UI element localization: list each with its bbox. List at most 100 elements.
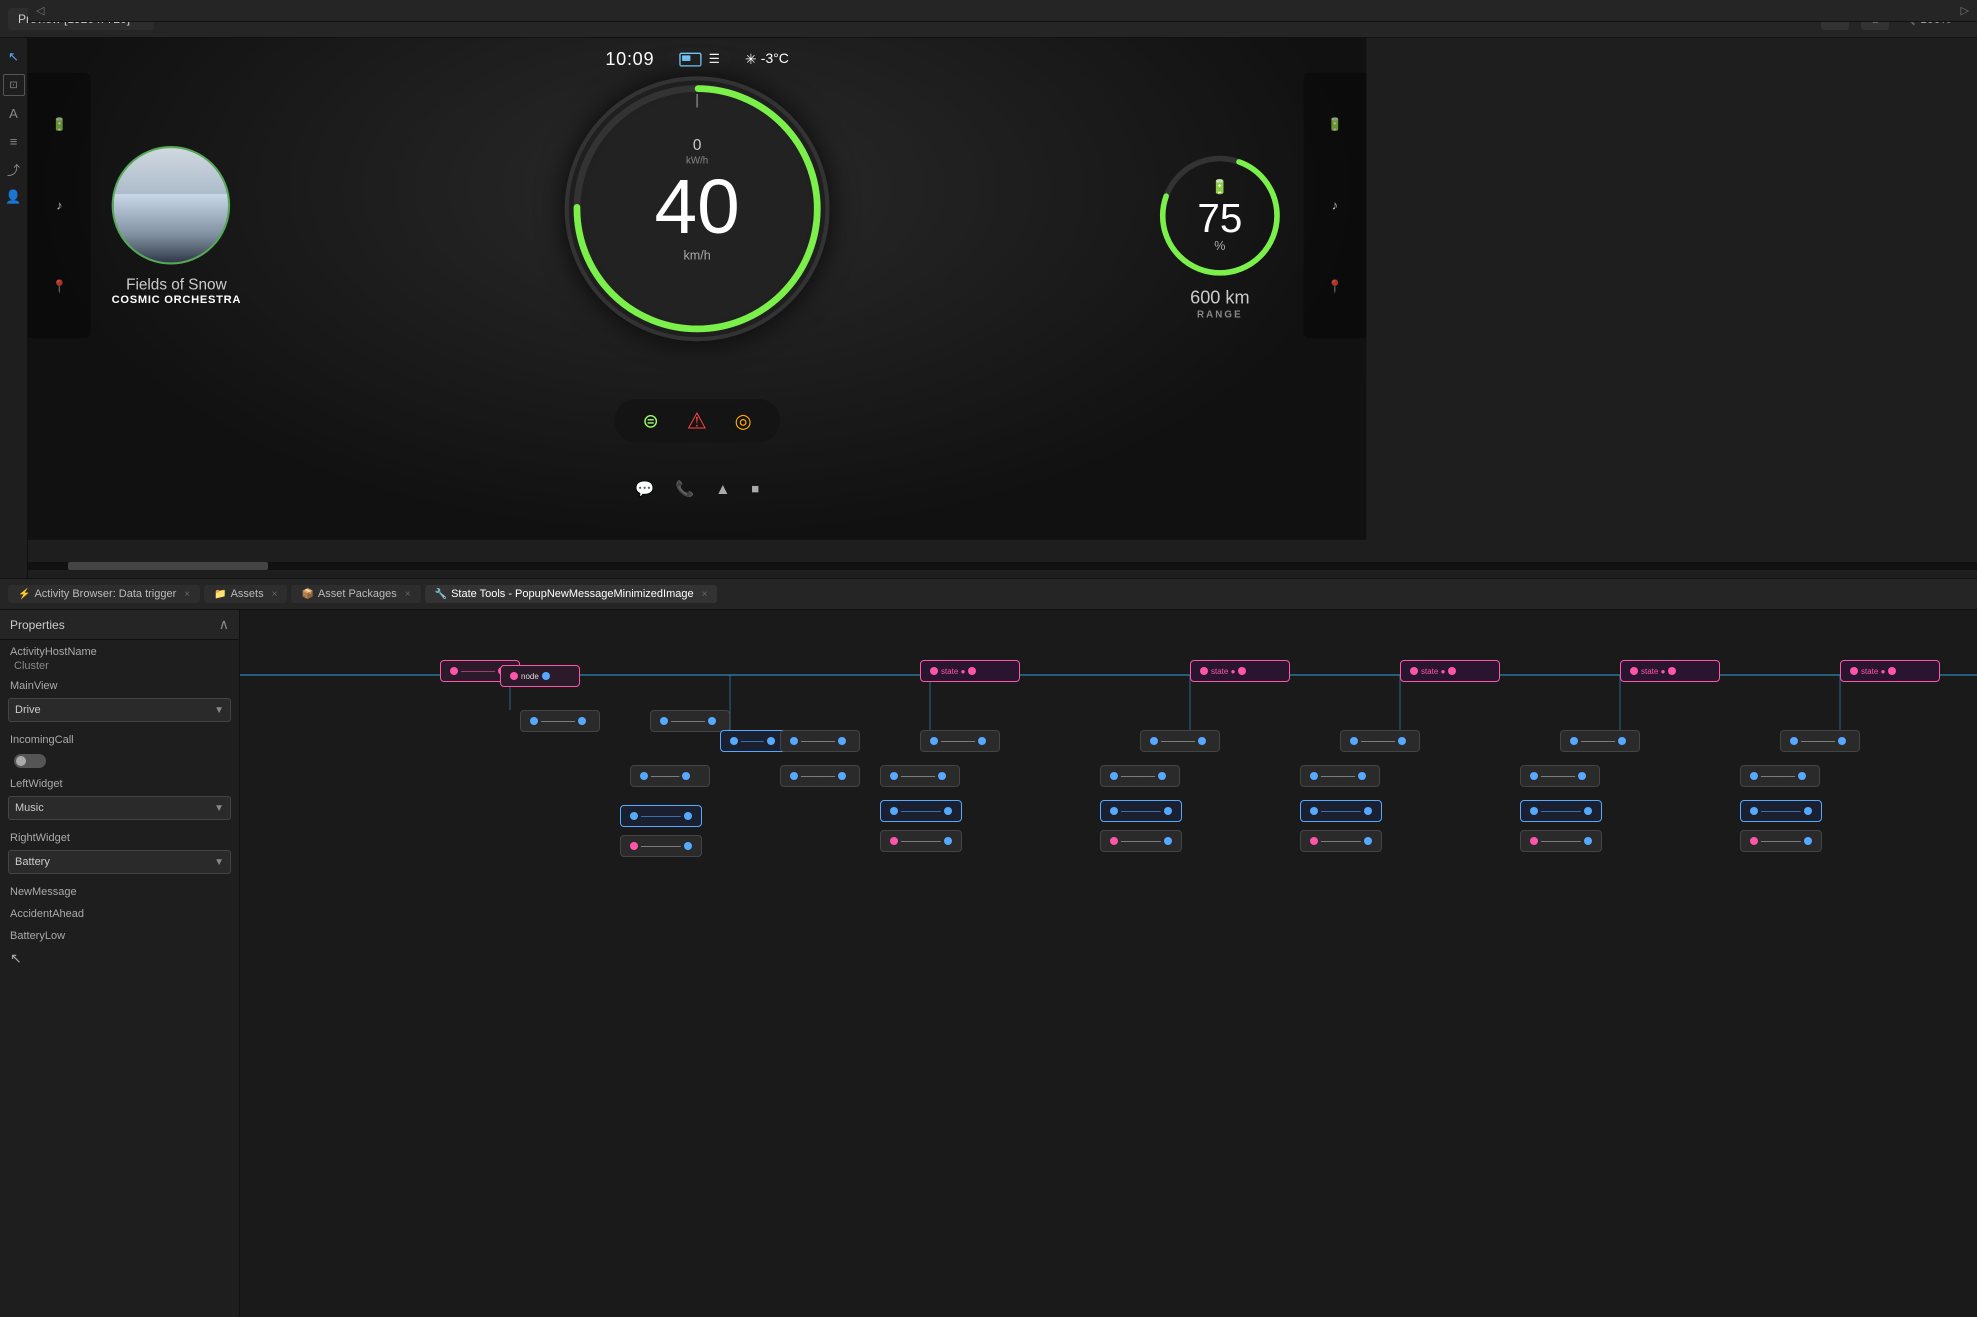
node-r3-1[interactable]: ─────: [630, 765, 710, 787]
car-panel-right-music-icon[interactable]: ♪: [1321, 191, 1349, 219]
node-c6-3-label: ───────: [1541, 837, 1581, 846]
car-panel-nav-icon[interactable]: 📍: [45, 272, 73, 300]
state-tools-tab-close[interactable]: ×: [702, 589, 708, 600]
state-5-in: [1850, 667, 1858, 675]
node-c3-blue[interactable]: ───────: [880, 800, 962, 822]
node-c7-3[interactable]: ───────: [1740, 830, 1822, 852]
node-c7-blue[interactable]: ───────: [1740, 800, 1822, 822]
tab-state-tools[interactable]: 🔧 State Tools - PopupNewMessageMinimized…: [425, 585, 718, 603]
node-c6-blue[interactable]: ───────: [1520, 800, 1602, 822]
node-c7-1[interactable]: ──────: [1780, 730, 1860, 752]
sidebar-layers-tool[interactable]: ≡: [3, 130, 25, 152]
battery-ring: 🔋 75 %: [1157, 153, 1282, 278]
snowflake-icon: ✳: [745, 51, 757, 68]
tab-asset-packages[interactable]: 📦 Asset Packages ×: [291, 585, 420, 603]
node-row2-1[interactable]: ──────: [520, 710, 600, 732]
node-c3-1[interactable]: ──────: [920, 730, 1000, 752]
node-r3-3-out: [684, 842, 692, 850]
node-c4-1[interactable]: ──────: [1140, 730, 1220, 752]
sidebar-pointer-tool[interactable]: ↖: [3, 46, 25, 68]
prop-main-view-selected: Drive: [15, 704, 41, 716]
car-panel-battery-icon[interactable]: 🔋: [45, 110, 73, 138]
node-c2-2[interactable]: ──────: [780, 765, 860, 787]
prop-right-widget-select-row: Battery ▼: [0, 848, 239, 880]
tab-assets[interactable]: 📁 Assets ×: [204, 585, 287, 603]
node-c6-1-in: [1570, 737, 1578, 745]
node-c4-3[interactable]: ───────: [1100, 830, 1182, 852]
car-menu-icon[interactable]: ☰: [709, 52, 720, 67]
sidebar-cursor-tool[interactable]: ⊡: [3, 74, 25, 96]
prop-left-widget-label: LeftWidget: [10, 778, 229, 790]
state-tools-tab-label: State Tools - PopupNewMessageMinimizedIm…: [451, 588, 694, 600]
prop-activity-host-label: ActivityHostName: [10, 646, 229, 658]
node-c4-3-in: [1110, 837, 1118, 845]
node-c4-1-out: [1198, 737, 1206, 745]
incoming-call-toggle[interactable]: [14, 754, 46, 768]
node-c4-b-label: ───────: [1121, 807, 1161, 816]
node-g2[interactable]: node: [500, 665, 580, 687]
node-c5-1-in: [1350, 737, 1358, 745]
node-c7-b-label: ───────: [1761, 807, 1801, 816]
state-node-1[interactable]: state ●: [920, 660, 1020, 682]
node-c5-3[interactable]: ───────: [1300, 830, 1382, 852]
node-r3-3[interactable]: ───────: [620, 835, 702, 857]
battery-widget: 🔋 75 % 600 km RANGE: [1157, 153, 1282, 320]
node-c4-1-in: [1150, 737, 1158, 745]
battery-inner: 🔋 75 %: [1197, 178, 1242, 253]
prop-right-widget-select[interactable]: Battery ▼: [8, 850, 231, 874]
car-weather: ✳ -3°C: [745, 51, 789, 68]
node-c4-blue[interactable]: ───────: [1100, 800, 1182, 822]
song-title: Fields of Snow: [112, 276, 241, 294]
node-row2-2[interactable]: ──────: [650, 710, 730, 732]
node-c4-2[interactable]: ──────: [1100, 765, 1180, 787]
prop-left-widget-select[interactable]: Music ▼: [8, 796, 231, 820]
node-c6-3[interactable]: ───────: [1520, 830, 1602, 852]
node-c6-1[interactable]: ──────: [1560, 730, 1640, 752]
speedometer-ring-svg: [569, 81, 825, 337]
node-c2-2-label: ──────: [801, 772, 835, 781]
node-c7-2[interactable]: ──────: [1740, 765, 1820, 787]
car-panel-right-nav-icon[interactable]: 📍: [1321, 272, 1349, 300]
state-node-3[interactable]: state ●: [1400, 660, 1500, 682]
node-c5-3-label: ───────: [1321, 837, 1361, 846]
assets-tab-close[interactable]: ×: [272, 589, 278, 600]
node-c5-b-out: [1364, 807, 1372, 815]
preview-horizontal-scrollbar[interactable]: [28, 562, 1977, 570]
state-node-5[interactable]: state ●: [1840, 660, 1940, 682]
prop-incoming-call-label: IncomingCall: [10, 734, 229, 746]
node-c5-2[interactable]: ──────: [1300, 765, 1380, 787]
graph-connections-svg: [240, 610, 1977, 1317]
node-r3-1-out: [682, 772, 690, 780]
car-panel-right-battery-icon[interactable]: 🔋: [1321, 110, 1349, 138]
node-r3-1-in: [640, 772, 648, 780]
node-c5-1[interactable]: ──────: [1340, 730, 1420, 752]
node-r3-2[interactable]: ───────: [620, 805, 702, 827]
node-blue-out: [767, 737, 775, 745]
stop-icon[interactable]: ⏹: [751, 480, 759, 498]
tab-activity-browser[interactable]: ⚡ Activity Browser: Data trigger ×: [8, 585, 200, 603]
prop-main-view-select[interactable]: Drive ▼: [8, 698, 231, 722]
node-c4-1-label: ──────: [1161, 737, 1195, 746]
activity-tab-close[interactable]: ×: [184, 589, 190, 600]
state-2-label: state ●: [1211, 667, 1235, 676]
node-c3-2[interactable]: ──────: [880, 765, 960, 787]
node-c2-1[interactable]: ──────: [780, 730, 860, 752]
sidebar-person-tool[interactable]: 👤: [3, 186, 25, 208]
sidebar-text-tool[interactable]: A: [3, 102, 25, 124]
sidebar-share-tool[interactable]: ⤴: [3, 158, 25, 180]
message-icon[interactable]: 💬: [635, 480, 654, 498]
node-c3-3[interactable]: ───────: [880, 830, 962, 852]
node-c7-b-out: [1804, 807, 1812, 815]
phone-icon[interactable]: 📞: [675, 480, 694, 498]
properties-collapse-button[interactable]: ∧: [219, 616, 229, 633]
state-node-4[interactable]: state ●: [1620, 660, 1720, 682]
asset-packages-tab-close[interactable]: ×: [405, 589, 411, 600]
car-panel-music-icon[interactable]: ♪: [45, 191, 73, 219]
scrollbar-thumb[interactable]: [68, 562, 268, 570]
node-c5-blue[interactable]: ───────: [1300, 800, 1382, 822]
node-c6-2[interactable]: ──────: [1520, 765, 1600, 787]
triangle-icon[interactable]: ▲: [715, 480, 730, 498]
node-text-g2: node: [521, 672, 539, 681]
node-c3-2-label: ──────: [901, 772, 935, 781]
state-node-2[interactable]: state ●: [1190, 660, 1290, 682]
